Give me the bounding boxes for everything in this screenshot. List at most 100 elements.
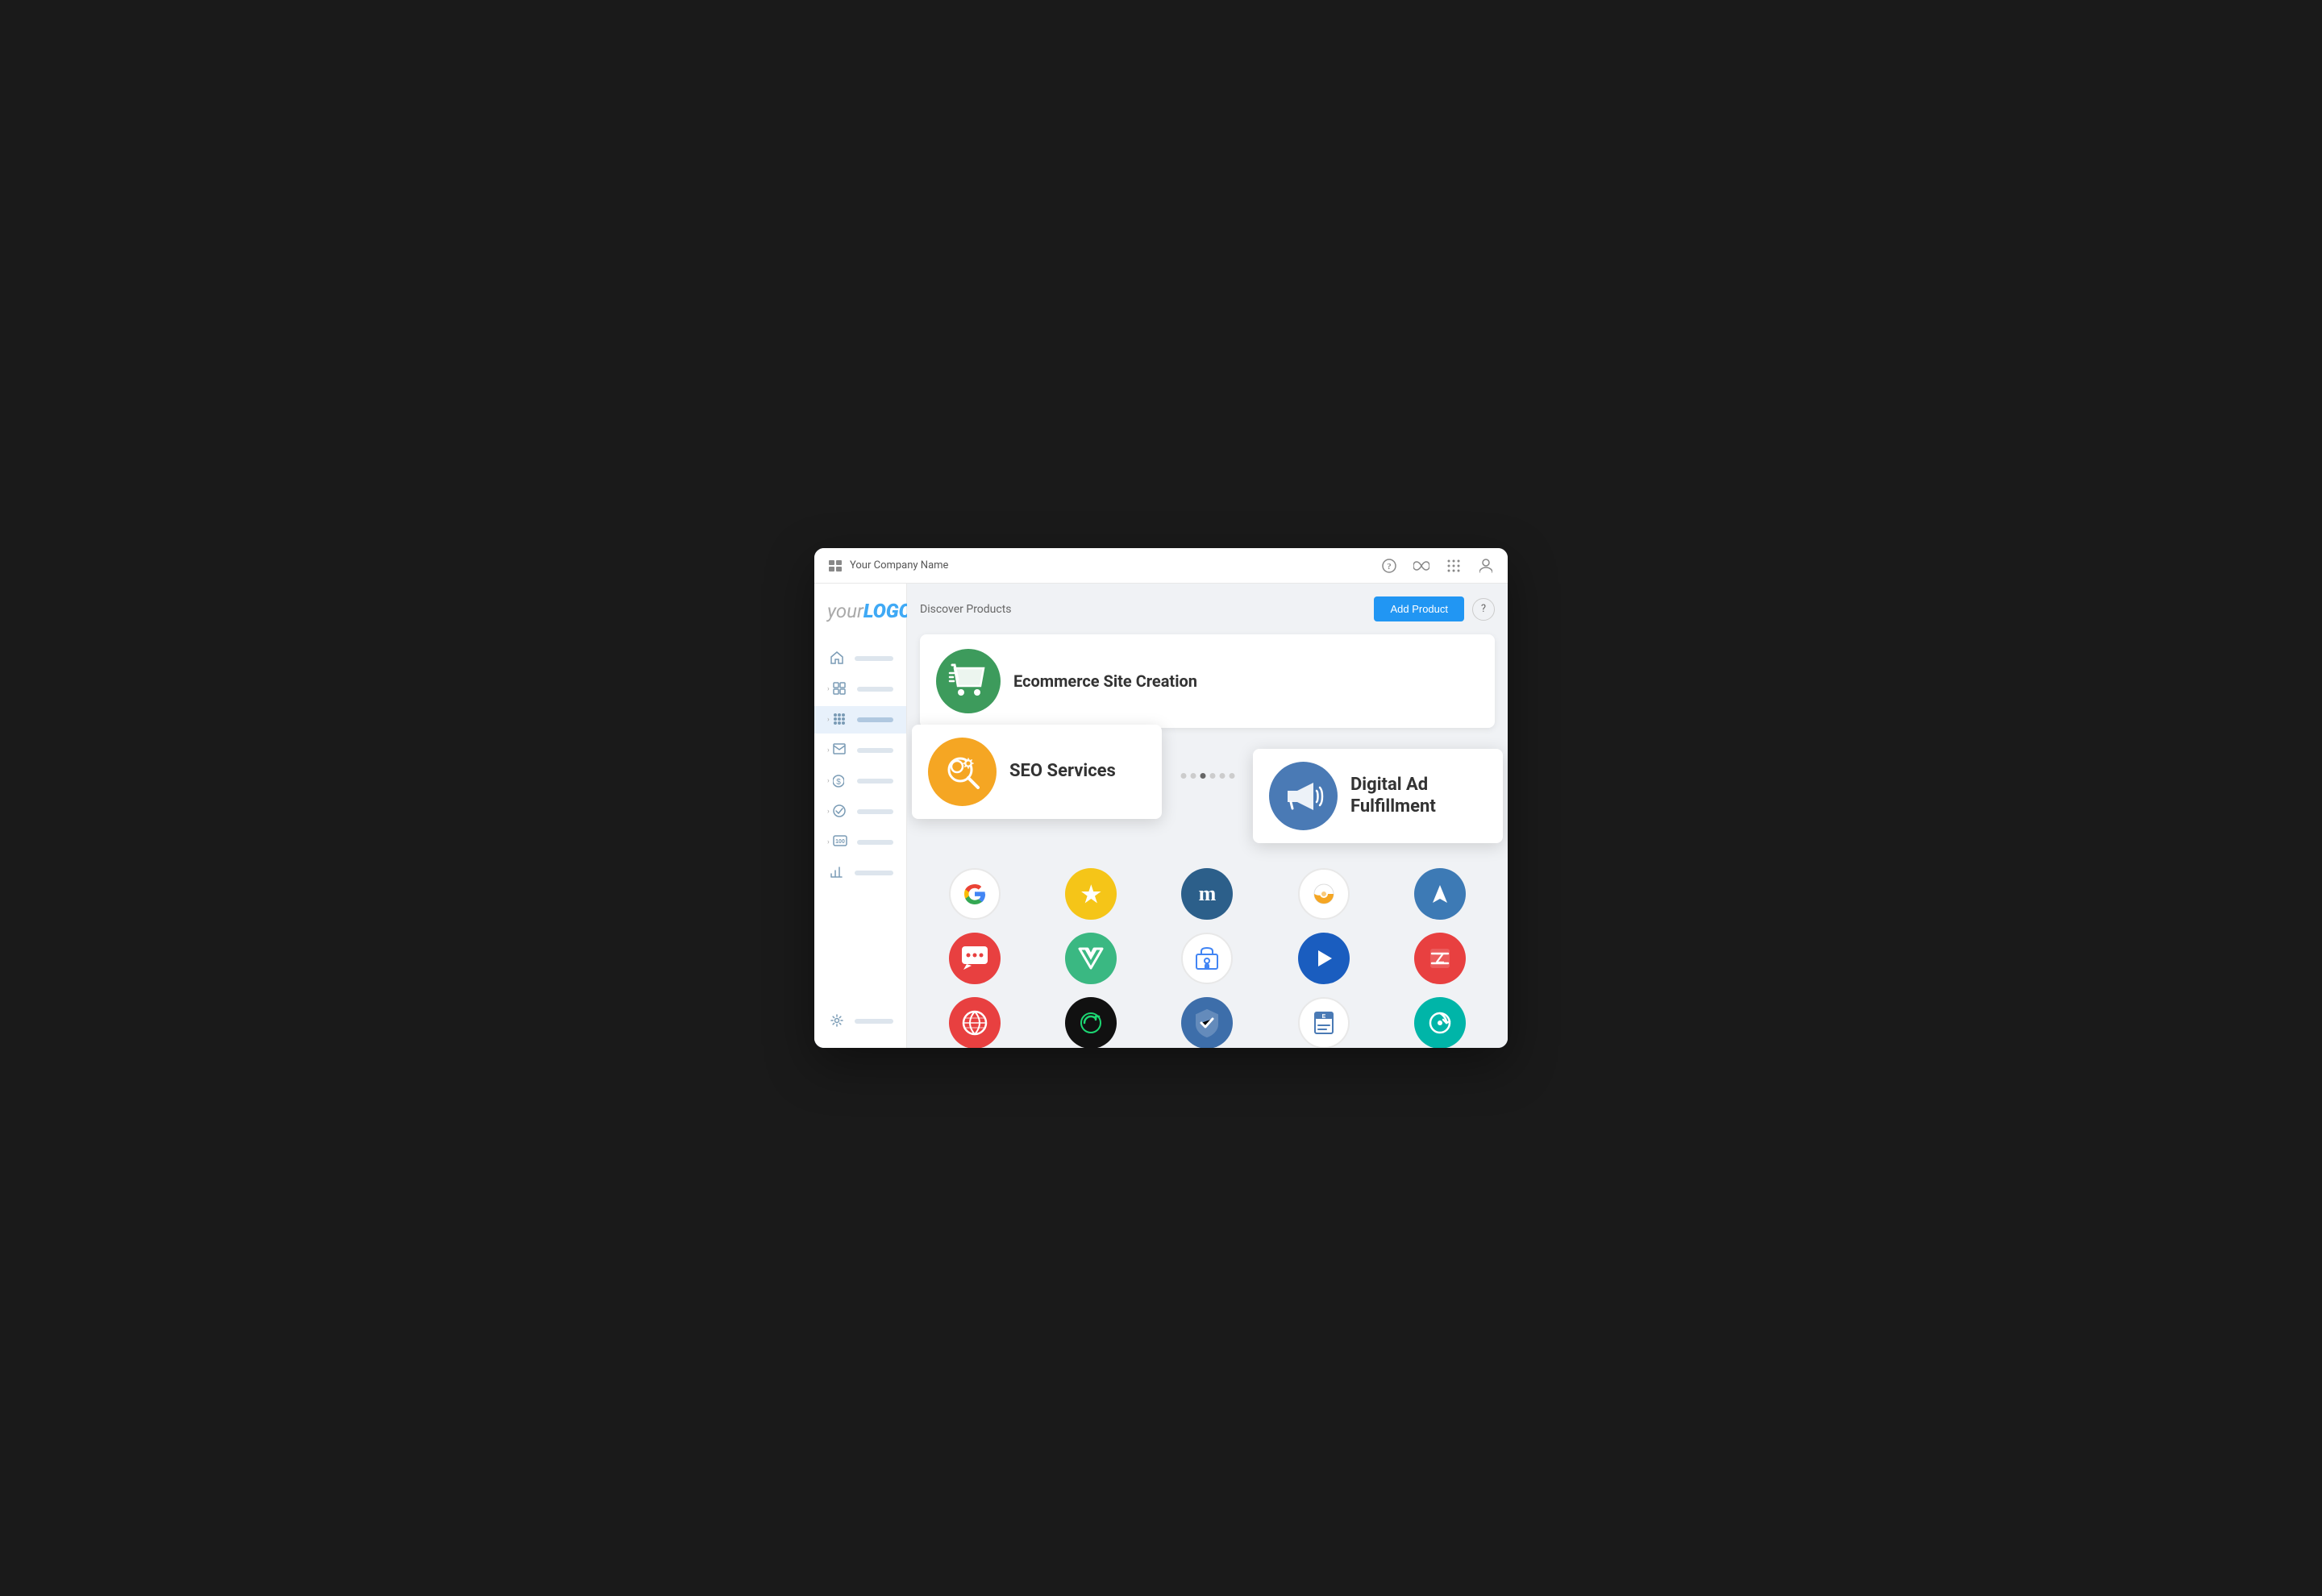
hundred-icon: 100 xyxy=(833,835,847,850)
sidebar: yourLOGO › xyxy=(814,584,907,1048)
chevron-icon-mail: › xyxy=(827,746,830,754)
seo-icon xyxy=(928,738,997,806)
zinglife-circle xyxy=(1414,997,1466,1048)
trustpilot-circle: ★ xyxy=(1065,868,1117,920)
product-item-zinglife[interactable] xyxy=(1388,997,1492,1048)
sidebar-item-grid[interactable]: › xyxy=(814,675,906,703)
company-icon xyxy=(827,558,843,574)
floating-cards-area: SEO Services xyxy=(920,741,1495,846)
grid-nav-icon xyxy=(833,682,847,696)
digital-ad-icon xyxy=(1269,762,1338,830)
product-item-google[interactable] xyxy=(923,868,1026,920)
sidebar-item-hundred[interactable]: › 100 xyxy=(814,829,906,856)
product-item-zift[interactable]: Z xyxy=(1388,933,1492,984)
discover-header: Discover Products Add Product ? xyxy=(920,596,1495,621)
sidebar-apps-line xyxy=(857,717,893,722)
sidebar-item-check[interactable]: › xyxy=(814,798,906,825)
featured-cards-row: Ecommerce Site Creation xyxy=(920,634,1495,728)
svg-text:100: 100 xyxy=(835,839,845,845)
dollar-icon: $ xyxy=(833,774,847,788)
product-item-trustpilot[interactable]: ★ xyxy=(1039,868,1142,920)
svg-text:E: E xyxy=(1321,1014,1325,1020)
sidebar-grid-line xyxy=(857,687,893,692)
seo-services-card[interactable]: SEO Services xyxy=(912,725,1162,819)
promoteiq-circle xyxy=(1298,933,1350,984)
sidebar-item-chart[interactable] xyxy=(814,859,906,887)
apps-icon xyxy=(833,713,847,727)
product-grid: ★ m xyxy=(920,862,1495,1048)
dot-1 xyxy=(1180,773,1186,779)
product-item-promoteiq[interactable] xyxy=(1272,933,1375,984)
product-item-vue[interactable] xyxy=(1039,933,1142,984)
check-icon xyxy=(833,804,847,819)
dot-6 xyxy=(1229,773,1234,779)
chevron-icon-check: › xyxy=(827,808,830,816)
discover-help-icon[interactable]: ? xyxy=(1472,598,1495,621)
product-item-godaddy[interactable] xyxy=(1039,997,1142,1048)
sidebar-item-home[interactable] xyxy=(814,645,906,672)
ecommerce-icon xyxy=(936,649,1001,713)
dot-5 xyxy=(1219,773,1225,779)
ecommerce-title: Ecommerce Site Creation xyxy=(1013,671,1197,691)
svg-text:$: $ xyxy=(836,778,841,787)
chevron-icon-apps: › xyxy=(827,716,830,724)
infinity-icon[interactable] xyxy=(1413,557,1430,575)
sidebar-mail-line xyxy=(857,748,893,753)
chevron-icon-hundred: › xyxy=(827,838,830,846)
sidebar-check-line xyxy=(857,809,893,814)
product-item-arrowsail[interactable] xyxy=(1388,868,1492,920)
product-item-trustseal[interactable] xyxy=(1155,997,1259,1048)
product-item-gmb[interactable] xyxy=(1155,933,1259,984)
vue-circle xyxy=(1065,933,1117,984)
eset-circle: E xyxy=(1298,997,1350,1048)
sidebar-settings-line xyxy=(855,1019,893,1024)
chart-icon xyxy=(830,866,845,880)
seo-title: SEO Services xyxy=(1009,761,1116,782)
dot-3 xyxy=(1200,773,1205,779)
dot-2 xyxy=(1190,773,1196,779)
gmb-circle xyxy=(1181,933,1233,984)
settings-icon xyxy=(830,1014,845,1029)
mail-icon xyxy=(833,743,847,758)
chevron-icon-grid: › xyxy=(827,685,830,693)
digital-ad-card[interactable]: Digital Ad Fulfillment xyxy=(1253,749,1503,843)
grid-icon[interactable] xyxy=(1445,557,1463,575)
webglobe-circle xyxy=(949,997,1001,1048)
add-product-button[interactable]: Add Product xyxy=(1374,596,1464,621)
discover-panel: Discover Products Add Product ? xyxy=(907,584,1508,1048)
zift-circle: Z xyxy=(1414,933,1466,984)
product-item-eset[interactable]: E xyxy=(1272,997,1375,1048)
sidebar-item-settings[interactable] xyxy=(814,1008,906,1035)
product-item-conductor[interactable] xyxy=(1272,868,1375,920)
logo: yourLOGO xyxy=(827,600,893,622)
conductor-circle xyxy=(1298,868,1350,920)
arrowsail-circle xyxy=(1414,868,1466,920)
product-item-webglobe[interactable] xyxy=(923,997,1026,1048)
sidebar-hundred-line xyxy=(857,840,893,845)
trustseal-circle xyxy=(1181,997,1233,1048)
sidebar-item-dollar[interactable]: › $ xyxy=(814,767,906,795)
chatlio-circle xyxy=(949,933,1001,984)
sidebar-dollar-line xyxy=(857,779,893,783)
logo-logo: LOGO xyxy=(863,600,912,622)
sidebar-item-apps[interactable]: › xyxy=(814,706,906,734)
chevron-icon-dollar: › xyxy=(827,777,830,785)
main-layout: yourLOGO › xyxy=(814,584,1508,1048)
godaddy-circle xyxy=(1065,997,1117,1048)
logo-your: your xyxy=(827,600,863,622)
svg-text:?: ? xyxy=(1387,562,1392,571)
dot-4 xyxy=(1209,773,1215,779)
ecommerce-card[interactable]: Ecommerce Site Creation xyxy=(920,634,1495,728)
sidebar-chart-line xyxy=(855,871,893,875)
google-circle xyxy=(949,868,1001,920)
user-icon[interactable] xyxy=(1477,557,1495,575)
discover-title: Discover Products xyxy=(920,603,1012,616)
home-icon xyxy=(830,651,845,666)
dots-indicator xyxy=(1180,773,1234,779)
help-icon[interactable]: ? xyxy=(1380,557,1398,575)
sidebar-item-mail[interactable]: › xyxy=(814,737,906,764)
moz-circle: m xyxy=(1181,868,1233,920)
product-item-chatlio[interactable] xyxy=(923,933,1026,984)
product-item-moz[interactable]: m xyxy=(1155,868,1259,920)
header-actions: Add Product ? xyxy=(1374,596,1495,621)
